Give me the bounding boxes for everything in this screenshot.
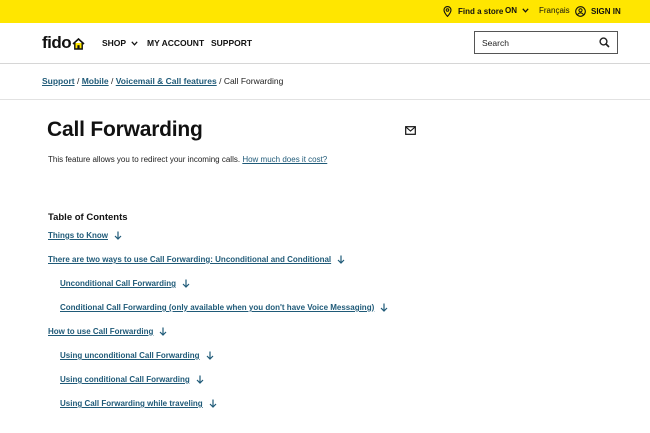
nav-support[interactable]: SUPPORT xyxy=(211,38,252,48)
chevron-down-icon xyxy=(522,8,529,13)
breadcrumb-link-support[interactable]: Support xyxy=(42,76,75,86)
toc-link-label: Using conditional Call Forwarding xyxy=(60,375,190,384)
breadcrumb-link-voicemail[interactable]: Voicemail & Call features xyxy=(116,76,217,86)
toc-link-using-conditional[interactable]: Using conditional Call Forwarding xyxy=(60,375,204,384)
toc-link-label: There are two ways to use Call Forwardin… xyxy=(48,255,332,264)
cost-link[interactable]: How much does it cost? xyxy=(242,155,327,164)
breadcrumb: Support / Mobile / Voicemail & Call feat… xyxy=(42,76,283,86)
breadcrumb-separator: / xyxy=(219,76,222,86)
chevron-down-icon xyxy=(131,40,138,46)
toc-link-label: Things to Know xyxy=(48,231,108,240)
breadcrumb-link-mobile[interactable]: Mobile xyxy=(82,76,109,86)
nav-shop[interactable]: SHOP xyxy=(102,38,138,48)
location-pin-icon xyxy=(443,6,452,17)
arrow-down-icon xyxy=(206,351,213,360)
email-icon[interactable] xyxy=(405,126,416,135)
intro-text: This feature allows you to redirect your… xyxy=(48,155,241,164)
nav-my-account-label: MY ACCOUNT xyxy=(147,38,205,48)
user-icon xyxy=(575,6,586,17)
breadcrumb-separator: / xyxy=(111,76,114,86)
toc-link-label: How to use Call Forwarding xyxy=(48,327,154,336)
nav-support-label: SUPPORT xyxy=(211,38,253,48)
language-toggle[interactable]: Français xyxy=(539,6,570,15)
toc-link-using-unconditional[interactable]: Using unconditional Call Forwarding xyxy=(60,351,214,360)
house-logo-icon xyxy=(72,38,85,50)
arrow-down-icon xyxy=(380,303,388,312)
toc-link-unconditional[interactable]: Unconditional Call Forwarding xyxy=(60,279,190,288)
arrow-down-icon xyxy=(209,399,217,408)
toc-link-conditional[interactable]: Conditional Call Forwarding (only availa… xyxy=(60,303,388,312)
search-icon[interactable] xyxy=(599,37,610,48)
main-header: fido SHOP MY ACCOUNT SUPPORT xyxy=(0,23,650,64)
fido-logo[interactable]: fido xyxy=(42,33,85,53)
arrow-down-icon xyxy=(337,255,345,264)
toc-link-how-to-use[interactable]: How to use Call Forwarding xyxy=(48,327,167,336)
breadcrumb-divider xyxy=(0,99,650,100)
sign-in-link[interactable]: SIGN IN xyxy=(575,6,621,17)
arrow-down-icon xyxy=(114,231,122,240)
page-title: Call Forwarding xyxy=(47,118,203,141)
arrow-down-icon xyxy=(182,279,190,288)
utility-bar: Find a store ON Français SIGN IN xyxy=(0,0,650,23)
intro-paragraph: This feature allows you to redirect your… xyxy=(48,155,327,164)
toc-heading: Table of Contents xyxy=(48,212,128,223)
toc-link-label: Unconditional Call Forwarding xyxy=(60,279,176,288)
toc-link-label: Conditional Call Forwarding (only availa… xyxy=(60,303,375,312)
search-input[interactable] xyxy=(482,32,600,53)
toc-link-things-to-know[interactable]: Things to Know xyxy=(48,231,122,240)
search-box xyxy=(474,31,618,54)
toc-link-while-traveling[interactable]: Using Call Forwarding while traveling xyxy=(60,399,217,408)
breadcrumb-current: Call Forwarding xyxy=(223,76,284,86)
nav-shop-label: SHOP xyxy=(102,38,127,48)
logo-text: fido xyxy=(42,33,72,52)
nav-my-account[interactable]: MY ACCOUNT xyxy=(147,38,204,48)
find-store-link[interactable]: Find a store xyxy=(443,6,503,17)
language-label: Français xyxy=(539,6,570,15)
toc-link-label: Using Call Forwarding while traveling xyxy=(60,399,203,408)
province-selector[interactable]: ON xyxy=(505,6,529,15)
arrow-down-icon xyxy=(159,327,167,336)
find-store-label: Find a store xyxy=(458,7,504,16)
province-label: ON xyxy=(505,6,517,15)
arrow-down-icon xyxy=(196,375,204,384)
sign-in-label: SIGN IN xyxy=(591,7,621,16)
toc-link-label: Using unconditional Call Forwarding xyxy=(60,351,200,360)
toc-link-two-ways[interactable]: There are two ways to use Call Forwardin… xyxy=(48,255,345,264)
breadcrumb-separator: / xyxy=(76,76,80,86)
